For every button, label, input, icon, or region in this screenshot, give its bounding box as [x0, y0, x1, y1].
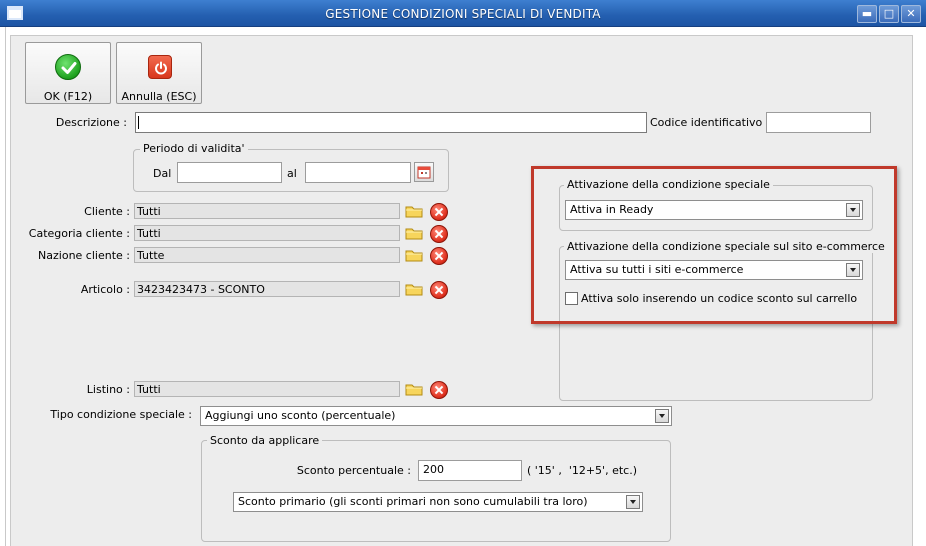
listino-label: Listino : — [86, 383, 130, 396]
window-title: GESTIONE CONDIZIONI SPECIALI DI VENDITA — [325, 7, 601, 21]
al-label: al — [287, 167, 297, 180]
folder-icon[interactable] — [404, 280, 424, 298]
nazione-label: Nazione cliente : — [38, 249, 130, 262]
close-button[interactable]: ✕ — [901, 5, 921, 23]
sconto-percent-label: Sconto percentuale : — [296, 464, 411, 477]
ok-button[interactable]: OK (F12) — [25, 42, 111, 104]
clear-cliente-icon[interactable] — [430, 203, 448, 221]
dal-input[interactable] — [177, 162, 282, 183]
nazione-field: Tutte — [134, 247, 400, 263]
periodo-legend: Periodo di validita' — [140, 142, 248, 155]
tipo-label: Tipo condizione speciale : — [50, 408, 192, 421]
descrizione-label: Descrizione : — [55, 116, 127, 129]
folder-icon[interactable] — [404, 202, 424, 220]
folder-icon[interactable] — [404, 224, 424, 242]
descrizione-input[interactable] — [135, 112, 647, 133]
chevron-down-icon[interactable] — [626, 495, 640, 509]
clear-articolo-icon[interactable] — [430, 281, 448, 299]
cancel-button-label: Annulla (ESC) — [121, 90, 197, 103]
cancel-button[interactable]: Annulla (ESC) — [116, 42, 202, 104]
sconto-primario-value: Sconto primario (gli sconti primari non … — [238, 495, 588, 508]
clear-listino-icon[interactable] — [430, 381, 448, 399]
sconto-percent-input[interactable]: 200 — [418, 460, 522, 481]
folder-icon[interactable] — [404, 246, 424, 264]
categoria-label: Categoria cliente : — [28, 227, 130, 240]
clear-categoria-icon[interactable] — [430, 225, 448, 243]
clear-nazione-icon[interactable] — [430, 247, 448, 265]
ok-button-label: OK (F12) — [43, 90, 93, 103]
chevron-down-icon[interactable] — [655, 409, 669, 423]
categoria-field: Tutti — [134, 225, 400, 241]
articolo-label: Articolo : — [80, 283, 130, 296]
check-icon — [55, 54, 81, 80]
cliente-label: Cliente : — [84, 205, 130, 218]
maximize-button[interactable]: □ — [879, 5, 899, 23]
codice-label: Codice identificativo : — [650, 116, 770, 129]
codice-input[interactable] — [766, 112, 871, 133]
tipo-select-value: Aggiungi uno sconto (percentuale) — [205, 409, 396, 422]
sconto-legend: Sconto da applicare — [207, 434, 323, 447]
sconto-primario-select[interactable]: Sconto primario (gli sconti primari non … — [233, 492, 643, 512]
minimize-button[interactable]: ▬ — [857, 5, 877, 23]
power-icon — [148, 55, 172, 79]
sconto-hint: ( '15' , '12+5', etc.) — [527, 464, 637, 477]
left-edge — [5, 27, 6, 546]
calendar-icon[interactable] — [414, 162, 434, 182]
text-cursor — [138, 116, 139, 129]
al-input[interactable] — [305, 162, 411, 183]
folder-icon[interactable] — [404, 380, 424, 398]
listino-field: Tutti — [134, 381, 400, 397]
cliente-field: Tutti — [134, 203, 400, 219]
dal-label: Dal — [153, 167, 172, 180]
sconto-group — [201, 440, 671, 542]
articolo-field: 3423423473 - SCONTO — [134, 281, 400, 297]
tipo-select[interactable]: Aggiungi uno sconto (percentuale) — [200, 406, 672, 426]
highlight-box — [531, 166, 897, 324]
